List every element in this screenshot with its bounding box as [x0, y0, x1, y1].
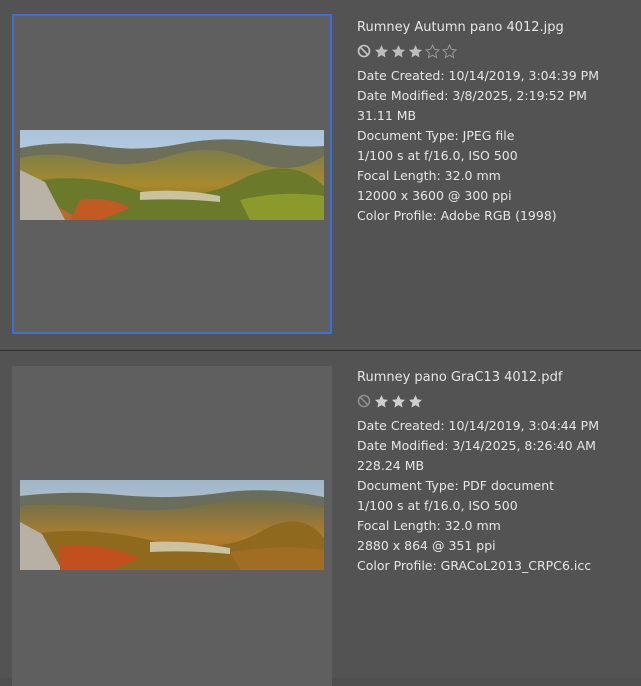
date-created: Date Created: 10/14/2019, 3:04:44 PM: [357, 418, 599, 433]
star-outline-icon[interactable]: [442, 43, 457, 59]
dimensions: 2880 x 864 @ 351 ppi: [357, 538, 496, 553]
exposure: 1/100 s at f/16.0, ISO 500: [357, 498, 518, 513]
star-icon[interactable]: [374, 44, 389, 59]
exposure: 1/100 s at f/16.0, ISO 500: [357, 148, 518, 163]
rating-row[interactable]: [357, 392, 599, 410]
star-icon[interactable]: [374, 394, 389, 409]
dimensions: 12000 x 3600 @ 300 ppi: [357, 188, 512, 203]
thumbnail-image: [20, 480, 324, 570]
date-created: Date Created: 10/14/2019, 3:04:39 PM: [357, 68, 599, 83]
file-row[interactable]: Rumney Autumn pano 4012.jpg Date Created…: [0, 0, 641, 350]
focal-length: Focal Length: 32.0 mm: [357, 168, 501, 183]
file-metadata: Rumney Autumn pano 4012.jpg Date Created…: [357, 18, 599, 226]
filename[interactable]: Rumney Autumn pano 4012.jpg: [357, 18, 599, 38]
star-icon[interactable]: [408, 394, 423, 409]
filename[interactable]: Rumney pano GraC13 4012.pdf: [357, 368, 599, 388]
file-row[interactable]: Rumney pano GraC13 4012.pdf Date Created…: [0, 351, 641, 686]
date-modified: Date Modified: 3/8/2025, 2:19:52 PM: [357, 88, 587, 103]
star-icon[interactable]: [391, 394, 406, 409]
no-symbol-icon[interactable]: [357, 44, 371, 58]
thumbnail-frame[interactable]: [12, 366, 332, 686]
document-type: Document Type: PDF document: [357, 478, 555, 493]
star-icon[interactable]: [391, 44, 406, 59]
file-size: 31.11 MB: [357, 108, 417, 123]
star-icon[interactable]: [408, 44, 423, 59]
no-symbol-icon[interactable]: [357, 394, 371, 408]
focal-length: Focal Length: 32.0 mm: [357, 518, 501, 533]
color-profile: Color Profile: GRACoL2013_CRPC6.icc: [357, 558, 592, 573]
star-outline-icon[interactable]: [425, 43, 440, 59]
file-size: 228.24 MB: [357, 458, 425, 473]
rating-row[interactable]: [357, 42, 599, 60]
file-metadata: Rumney pano GraC13 4012.pdf Date Created…: [357, 368, 599, 576]
color-profile: Color Profile: Adobe RGB (1998): [357, 208, 557, 223]
document-type: Document Type: JPEG file: [357, 128, 515, 143]
thumbnail-image: [20, 130, 324, 220]
thumbnail-frame-selected[interactable]: [12, 14, 332, 334]
date-modified: Date Modified: 3/14/2025, 8:26:40 AM: [357, 438, 596, 453]
